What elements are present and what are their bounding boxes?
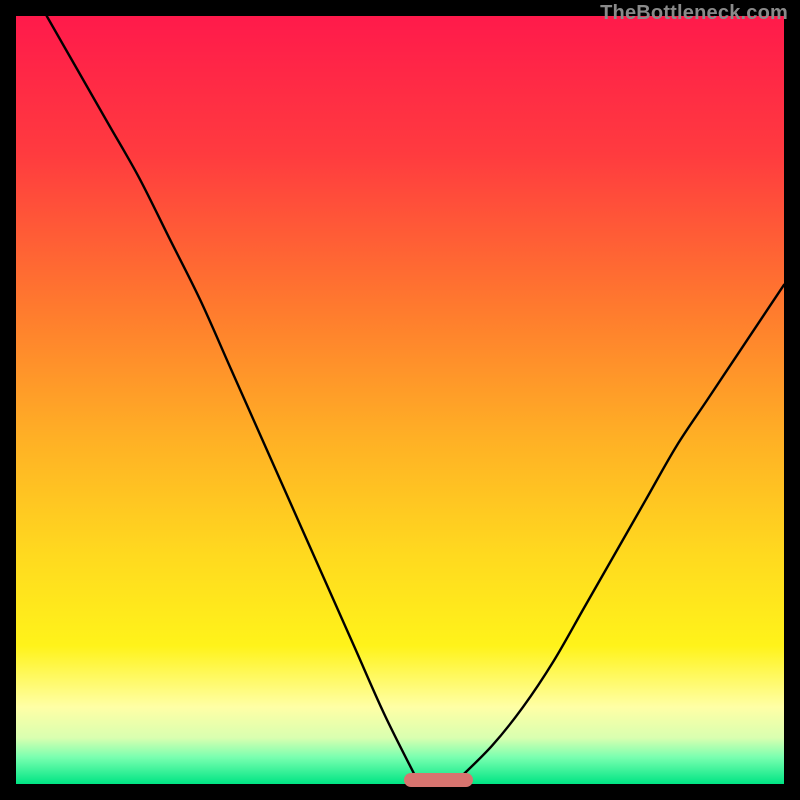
watermark-text: TheBottleneck.com <box>600 2 788 25</box>
optimal-marker <box>404 773 473 787</box>
curve-left-branch <box>47 16 416 776</box>
curve-layer <box>16 16 784 784</box>
curve-right-branch <box>461 285 784 777</box>
chart-frame: TheBottleneck.com <box>0 0 800 800</box>
plot-area <box>16 16 784 784</box>
